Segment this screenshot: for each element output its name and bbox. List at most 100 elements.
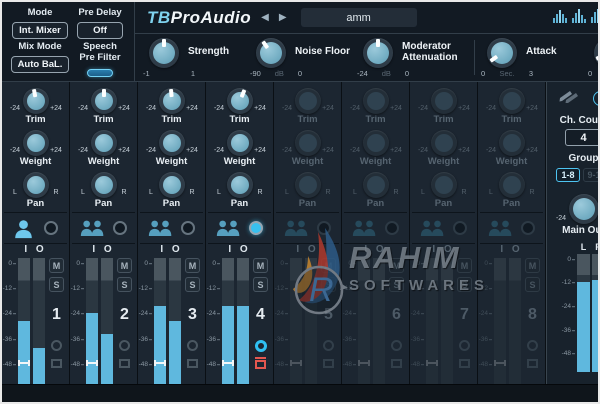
gate-threshold-marker[interactable] (154, 359, 166, 366)
open-mic-indicator (119, 340, 130, 351)
attack-knob[interactable] (487, 37, 517, 68)
channel-select-radio[interactable] (453, 221, 467, 235)
pan-label: Pan (434, 198, 453, 209)
preset-prev-icon[interactable]: ◀ (261, 12, 269, 23)
output-meter (101, 258, 113, 384)
participants-icon[interactable] (488, 220, 513, 237)
open-mic-indicator (254, 340, 267, 352)
main-out-knob[interactable] (568, 194, 598, 224)
gate-threshold-marker[interactable] (86, 359, 98, 366)
participants-icon[interactable] (420, 220, 445, 237)
preset-selector[interactable]: amm (300, 8, 417, 27)
gate-threshold-marker[interactable] (18, 359, 30, 366)
channel-meters: 0 -12 -24 -36 -48 M S 5 (275, 258, 339, 384)
mute-button[interactable]: M (253, 258, 268, 273)
mute-button[interactable]: M (185, 258, 200, 273)
channel-select-radio[interactable] (317, 221, 331, 235)
pan-knob[interactable] (226, 172, 253, 198)
strength-control: Strength -1 1 (143, 37, 246, 78)
pre-delay-button[interactable]: Off (77, 21, 123, 39)
mix-mode-select-button[interactable]: Auto BaL. (10, 55, 70, 73)
mute-button[interactable]: M (389, 258, 404, 273)
trim-label: Trim (161, 114, 182, 125)
mute-button[interactable]: M (117, 258, 132, 273)
trim-knob[interactable] (294, 88, 321, 114)
weight-knob[interactable] (22, 130, 49, 156)
channel-select-radio[interactable] (113, 221, 127, 235)
speech-pre-filter-toggle[interactable] (87, 68, 113, 77)
pan-knob[interactable] (294, 172, 321, 198)
moderator-person-icon[interactable] (13, 218, 34, 239)
left-meter-label: L (580, 242, 587, 252)
trim-knob[interactable] (430, 88, 457, 114)
solo-button[interactable]: S (389, 277, 404, 292)
participants-icon[interactable] (148, 220, 173, 237)
hold-knob[interactable] (594, 37, 598, 68)
mode-select-button[interactable]: Int. Mixer (12, 21, 68, 39)
gate-threshold-marker[interactable] (494, 359, 506, 366)
pan-knob[interactable] (430, 172, 457, 198)
mute-button[interactable]: M (525, 258, 540, 273)
moderator-attenuation-knob[interactable] (363, 37, 393, 68)
gate-threshold-marker[interactable] (426, 359, 438, 366)
solo-button[interactable]: S (525, 277, 540, 292)
gate-state-indicator (187, 359, 198, 368)
gate-threshold-marker[interactable] (290, 359, 302, 366)
gate-state-indicator (527, 359, 538, 368)
weight-knob[interactable] (294, 130, 321, 156)
channel-select-radio[interactable] (181, 221, 195, 235)
info-icon[interactable]: i (593, 90, 598, 106)
group-9-16-button[interactable]: 9-16 (582, 168, 598, 182)
pan-knob[interactable] (362, 172, 389, 198)
participants-icon[interactable] (352, 220, 377, 237)
trim-knob[interactable] (22, 88, 49, 114)
solo-button[interactable]: S (253, 277, 268, 292)
gate-threshold-marker[interactable] (358, 359, 370, 366)
weight-knob[interactable] (430, 130, 457, 156)
solo-button[interactable]: S (185, 277, 200, 292)
strength-knob[interactable] (149, 37, 179, 68)
gate-threshold-marker[interactable] (222, 359, 234, 366)
participants-icon[interactable] (284, 220, 309, 237)
pan-knob[interactable] (498, 172, 525, 198)
output-meter (509, 258, 521, 384)
channel-meters: 0 -12 -24 -36 -48 M S 4 (207, 258, 271, 384)
group-1-8-button[interactable]: 1-8 (556, 168, 580, 182)
meter-scale: 0 -12 -24 -36 -48 (207, 258, 220, 384)
pens-icon[interactable] (559, 88, 579, 108)
open-mic-indicator (459, 340, 470, 351)
mute-button[interactable]: M (457, 258, 472, 273)
weight-knob[interactable] (498, 130, 525, 156)
right-panel: i Ch. Count 4 Group 1-8 9-16 -24 +24 Mai… (546, 82, 598, 384)
weight-knob[interactable] (362, 130, 389, 156)
solo-button[interactable]: S (117, 277, 132, 292)
pan-knob[interactable] (158, 172, 185, 198)
noise-floor-control: Noise Floor -90 dB 0 (250, 37, 353, 78)
channel-select-radio[interactable] (249, 221, 263, 235)
preset-next-icon[interactable]: ▶ (279, 12, 287, 23)
pan-knob[interactable] (22, 172, 49, 198)
participants-icon[interactable] (80, 220, 105, 237)
channel-select-radio[interactable] (385, 221, 399, 235)
channel-number: 8 (528, 306, 537, 323)
weight-knob[interactable] (158, 130, 185, 156)
trim-knob[interactable] (158, 88, 185, 114)
noise-floor-knob[interactable] (256, 37, 286, 68)
mute-button[interactable]: M (321, 258, 336, 273)
participants-icon[interactable] (216, 220, 241, 237)
channel-select-radio[interactable] (521, 221, 535, 235)
trim-knob[interactable] (498, 88, 525, 114)
pan-knob[interactable] (90, 172, 117, 198)
solo-button[interactable]: S (321, 277, 336, 292)
weight-knob[interactable] (90, 130, 117, 156)
trim-knob[interactable] (362, 88, 389, 114)
weight-knob[interactable] (226, 130, 253, 156)
ch-count-value[interactable]: 4 (564, 129, 598, 146)
mute-button[interactable]: M (49, 258, 64, 273)
solo-button[interactable]: S (49, 277, 64, 292)
solo-button[interactable]: S (457, 277, 472, 292)
trim-knob[interactable] (226, 88, 253, 114)
meter-scale: 0 -12 -24 -36 -48 (343, 258, 356, 384)
channel-select-radio[interactable] (43, 221, 58, 235)
trim-knob[interactable] (90, 88, 117, 114)
